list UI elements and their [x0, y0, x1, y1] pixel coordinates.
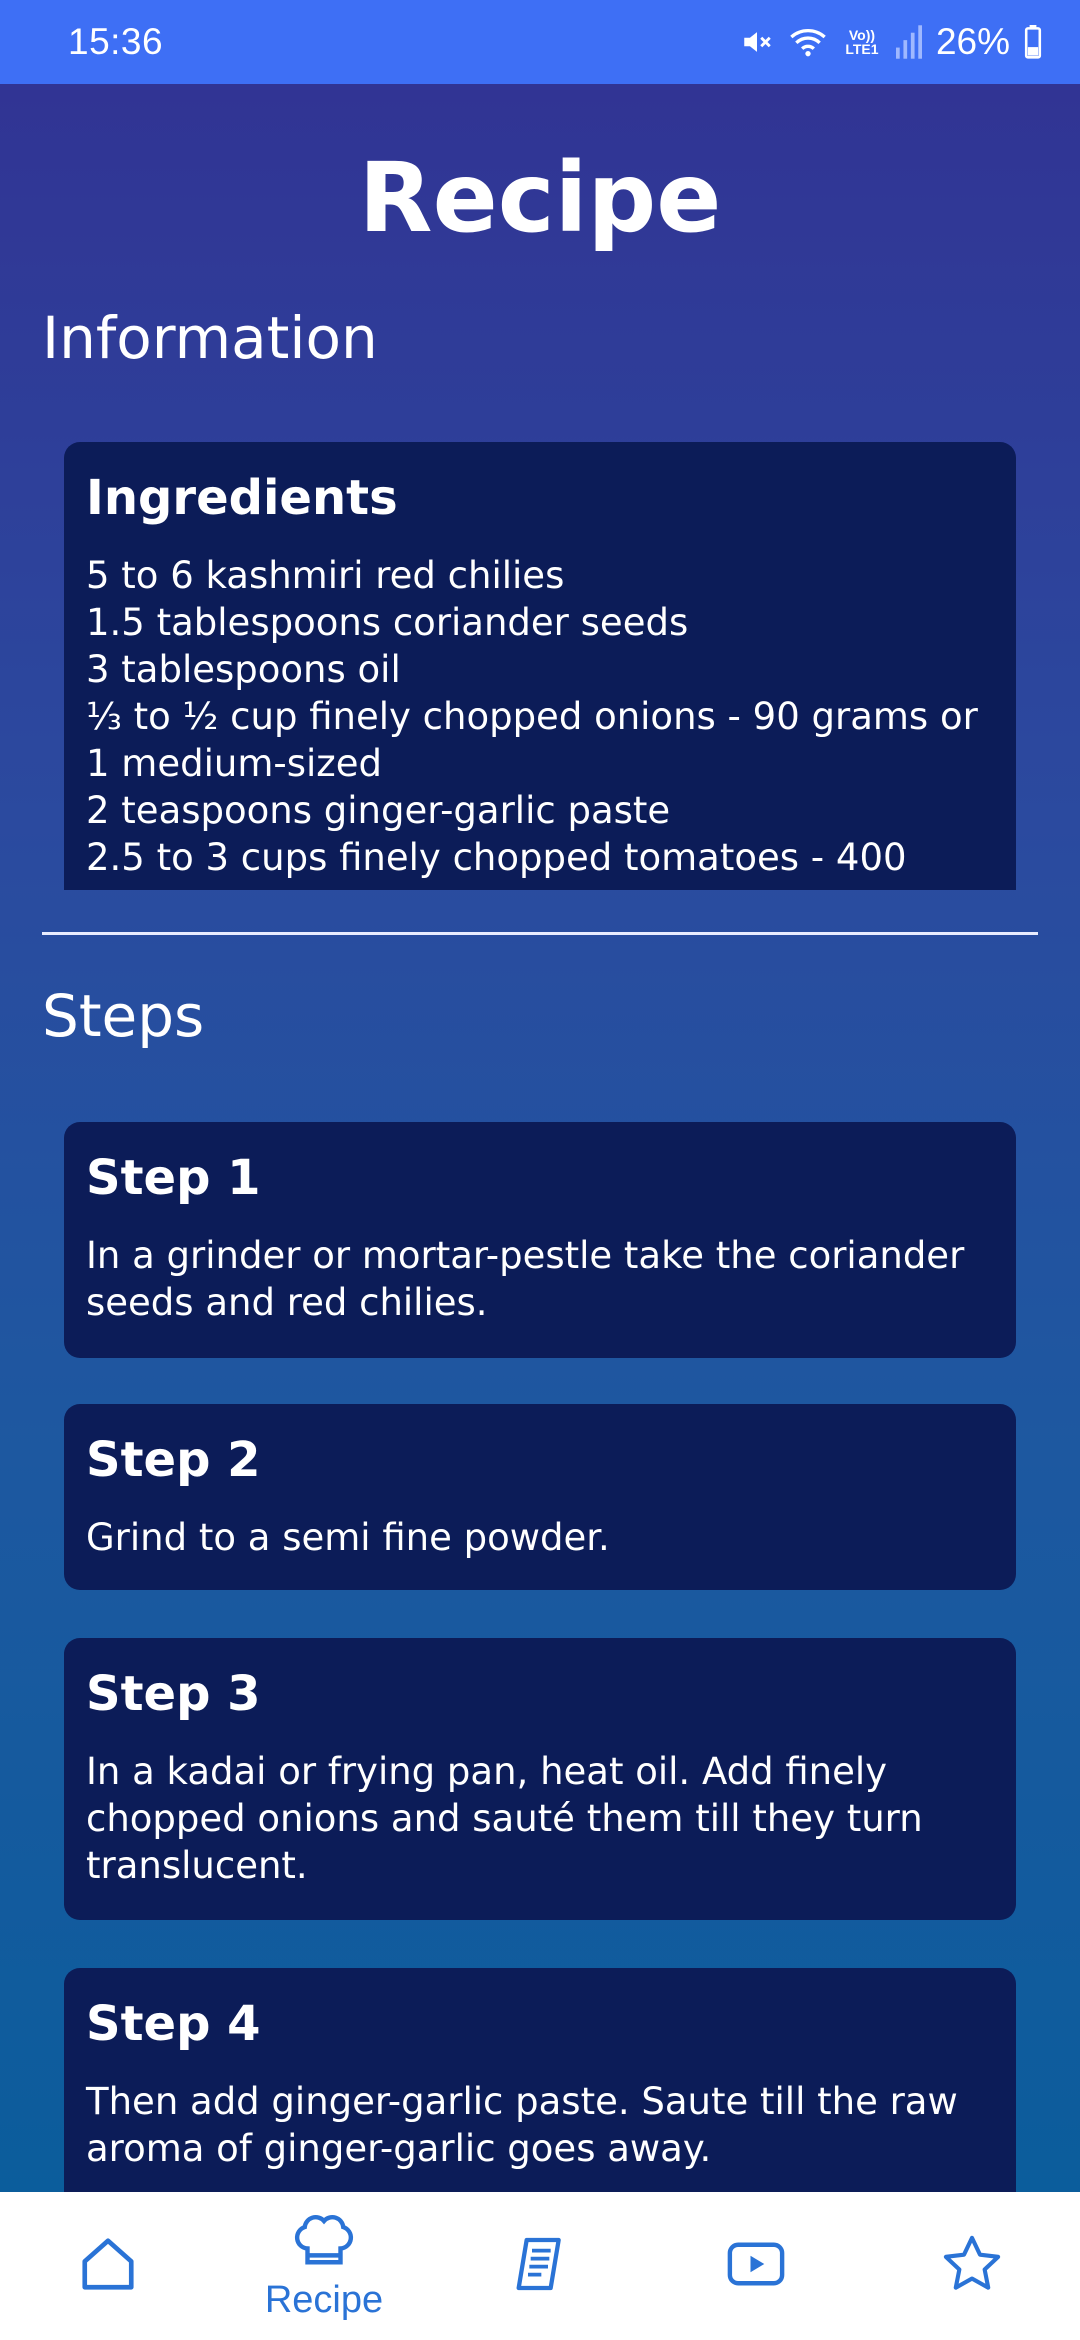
ingredient-item: 1.5 tablespoons coriander seeds — [86, 601, 689, 644]
step-title: Step 1 — [86, 1150, 261, 1206]
bottom-navigation: Recipe — [0, 2192, 1080, 2340]
ingredients-card[interactable]: Ingredients 5 to 6 kashmiri red chilies … — [64, 442, 1016, 890]
step-text: Grind to a semi fine powder. — [86, 1516, 610, 1559]
section-divider — [42, 932, 1038, 935]
home-icon — [77, 2233, 139, 2300]
star-icon — [939, 2231, 1005, 2302]
signal-icon — [895, 25, 922, 59]
chef-hat-icon — [291, 2210, 357, 2281]
step-text: In a kadai or frying pan, heat oil. Add … — [86, 1750, 923, 1887]
recipe-list-icon — [508, 2232, 572, 2301]
step-card-2[interactable]: Step 2 Grind to a semi fine powder. — [64, 1404, 1016, 1590]
nav-recipe[interactable]: Recipe — [216, 2192, 432, 2340]
ingredient-item: ⅓ to ½ cup finely chopped onions - 90 gr… — [86, 695, 978, 785]
status-time: 15:36 — [68, 21, 164, 62]
battery-icon — [1024, 25, 1042, 59]
step-title: Step 3 — [86, 1666, 261, 1722]
step-title: Step 2 — [86, 1432, 261, 1488]
mute-icon — [740, 25, 774, 59]
step-title: Step 4 — [86, 1996, 261, 2052]
step-card-3[interactable]: Step 3 In a kadai or frying pan, heat oi… — [64, 1638, 1016, 1920]
nav-home[interactable] — [0, 2192, 216, 2340]
nav-recipe-list[interactable] — [432, 2192, 648, 2340]
status-icons: Vo)) LTE1 26% — [740, 21, 1042, 63]
ingredients-title: Ingredients — [86, 470, 398, 526]
wifi-icon — [788, 25, 828, 59]
status-bar: 15:36 Vo)) LTE1 26% — [0, 0, 1080, 84]
nav-recipe-label: Recipe — [264, 2279, 384, 2321]
step-card-4[interactable]: Step 4 Then add ginger-garlic paste. Sau… — [64, 1968, 1016, 2192]
nav-favorites[interactable] — [864, 2192, 1080, 2340]
ingredient-item: 5 to 6 kashmiri red chilies — [86, 554, 565, 597]
network-type-label: Vo)) LTE1 — [845, 27, 879, 57]
step-text: In a grinder or mortar-pestle take the c… — [86, 1234, 965, 1324]
step-card-1[interactable]: Step 1 In a grinder or mortar-pestle tak… — [64, 1122, 1016, 1358]
ingredients-list: 5 to 6 kashmiri red chilies 1.5 tablespo… — [86, 552, 994, 881]
ingredient-item: 2.5 to 3 cups finely chopped tomatoes - … — [86, 836, 907, 879]
nav-video[interactable] — [648, 2192, 864, 2340]
video-play-icon — [723, 2231, 789, 2302]
ingredient-item: 3 tablespoons oil — [86, 648, 401, 691]
steps-heading: Steps — [42, 982, 205, 1050]
recipe-content[interactable]: Recipe Information Ingredients 5 to 6 ka… — [0, 84, 1080, 2192]
battery-percentage: 26% — [935, 21, 1010, 62]
step-text: Then add ginger-garlic paste. Saute till… — [86, 2080, 958, 2170]
information-heading: Information — [42, 304, 378, 372]
ingredient-item: 2 teaspoons ginger-garlic paste — [86, 789, 671, 832]
page-title: Recipe — [358, 142, 722, 254]
